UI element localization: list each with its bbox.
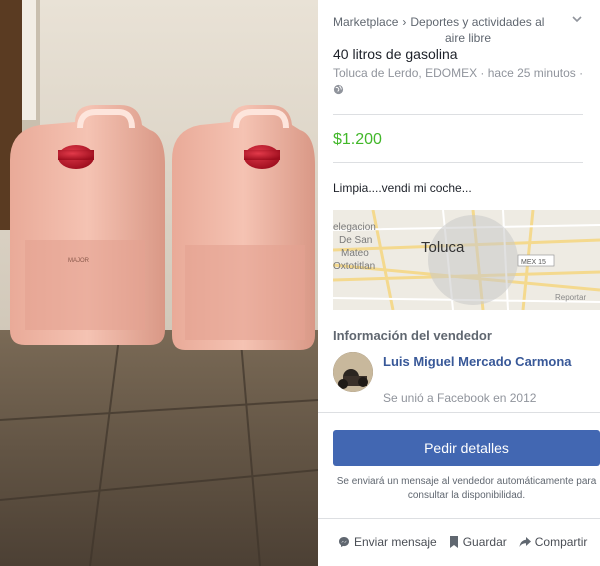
- svg-text:MAJOR: MAJOR: [68, 258, 90, 264]
- seller-joined: Se unió a Facebook en 2012: [383, 391, 537, 405]
- divider: [318, 412, 600, 413]
- map-highway-label: MEX 15: [521, 259, 546, 266]
- bookmark-icon: [449, 536, 458, 548]
- divider: [333, 162, 583, 163]
- map-label: Oxtotitlan: [333, 261, 375, 272]
- save-button[interactable]: Guardar: [449, 535, 507, 549]
- divider: [333, 114, 583, 115]
- listing-description: Limpia....vendi mi coche...: [333, 181, 472, 195]
- location-map[interactable]: elegacion De San Mateo Oxtotitlan Toluca…: [333, 210, 600, 310]
- map-label: De San: [339, 235, 372, 246]
- share-button[interactable]: Compartir: [519, 535, 588, 549]
- listing-location-time: Toluca de Lerdo, EDOMEX · hace 25 minuto…: [333, 66, 584, 80]
- share-label: Compartir: [534, 535, 588, 549]
- action-bar: Enviar mensaje Guardar Compartir: [338, 535, 599, 549]
- listing-price: $1.200: [333, 131, 382, 148]
- seller-name-link[interactable]: Luis Miguel Mercado Carmona: [383, 353, 573, 371]
- listing-details-panel: Marketplace › Deportes y actividades al ai…: [318, 0, 600, 566]
- listing-photo[interactable]: MAJOR: [0, 0, 318, 566]
- map-city-label: Toluca: [421, 239, 465, 256]
- gas-cans-image: MAJOR: [0, 0, 318, 566]
- globe-icon: [333, 84, 344, 95]
- map-graphic: elegacion De San Mateo Oxtotitlan Toluca…: [333, 210, 600, 310]
- share-icon: [519, 537, 531, 547]
- map-label: Mateo: [341, 248, 369, 259]
- avatar[interactable]: [333, 352, 373, 392]
- ask-details-button[interactable]: Pedir detalles: [333, 430, 600, 466]
- breadcrumb: Marketplace › Deportes y actividades al ai…: [333, 14, 563, 46]
- breadcrumb-category-cont[interactable]: aire libre: [333, 30, 563, 46]
- chevron-down-icon[interactable]: [570, 12, 584, 26]
- seller-info-heading: Información del vendedor: [333, 328, 492, 343]
- messenger-icon: [339, 537, 349, 547]
- listing-title: 40 litros de gasolina: [333, 46, 458, 62]
- divider: [318, 518, 600, 519]
- gas-can-left: [10, 105, 165, 345]
- breadcrumb-separator: ›: [402, 15, 407, 29]
- auto-message-note: Se enviará un mensaje al vendedor automá…: [336, 476, 597, 501]
- send-message-button[interactable]: Enviar mensaje: [338, 535, 437, 549]
- breadcrumb-marketplace[interactable]: Marketplace: [333, 15, 398, 29]
- map-label: elegacion: [333, 222, 376, 233]
- send-message-label: Enviar mensaje: [354, 535, 437, 549]
- map-report-link[interactable]: Reportar: [555, 293, 586, 302]
- breadcrumb-category[interactable]: Deportes y actividades al: [410, 15, 544, 29]
- gas-can-right: [172, 105, 315, 350]
- save-label: Guardar: [462, 535, 507, 549]
